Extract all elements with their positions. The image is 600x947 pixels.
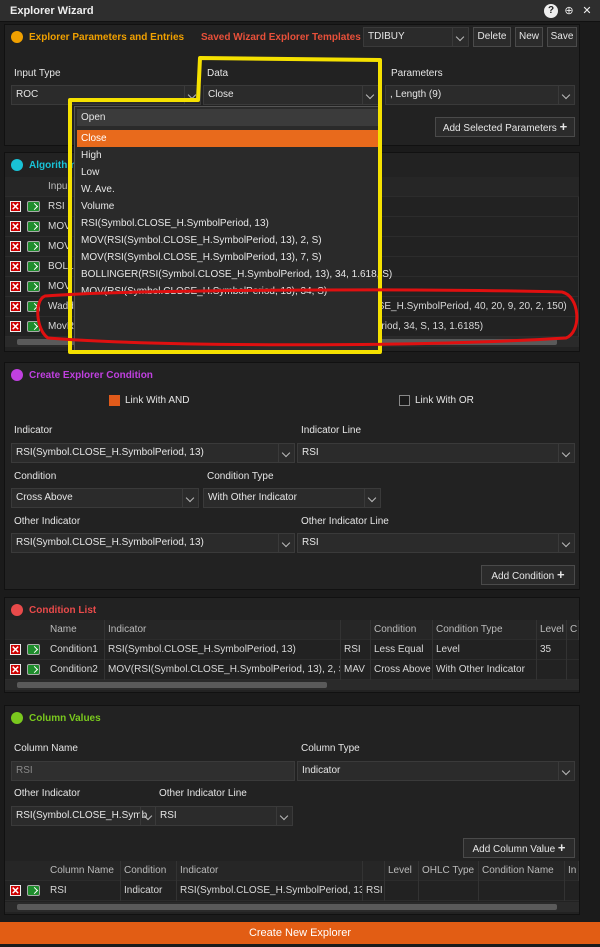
annotation-overlay bbox=[36, 56, 579, 354]
yellow-highlight-box bbox=[68, 56, 382, 354]
red-highlight-box bbox=[36, 288, 579, 347]
